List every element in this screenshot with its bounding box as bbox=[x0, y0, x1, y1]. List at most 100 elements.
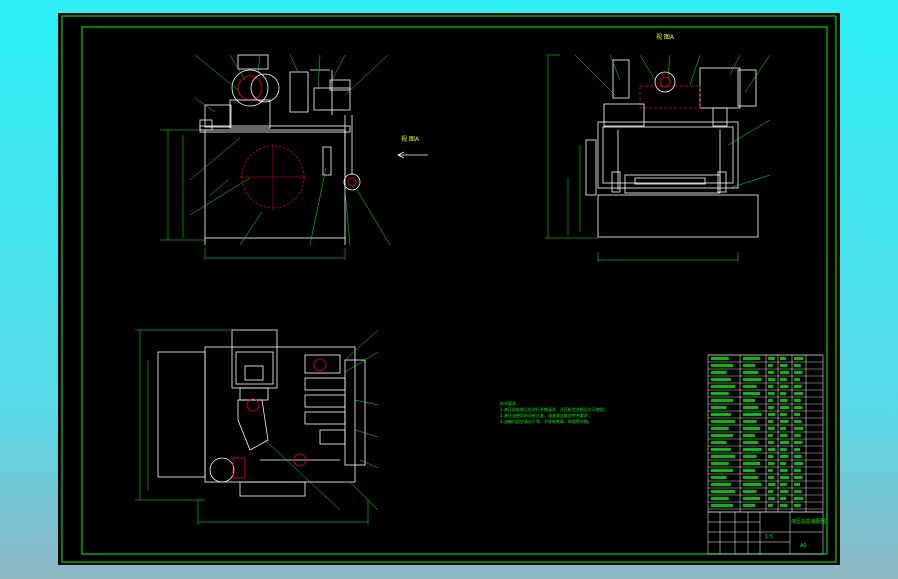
parts-row-text-mark bbox=[743, 357, 760, 360]
parts-row-text-mark bbox=[711, 385, 736, 388]
parts-row-text-mark bbox=[711, 364, 734, 367]
parts-row-text-mark bbox=[743, 420, 757, 423]
view-direction-label: 视 图A bbox=[401, 136, 420, 143]
parts-row-text-mark bbox=[743, 462, 760, 465]
parts-row-text-mark bbox=[780, 441, 790, 444]
parts-row-text-mark bbox=[768, 469, 773, 472]
parts-row-text-mark bbox=[711, 483, 731, 486]
parts-row-text-mark bbox=[780, 462, 786, 465]
parts-row-text-mark bbox=[711, 371, 727, 374]
parts-row-text-mark bbox=[711, 441, 727, 444]
parts-row-text-mark bbox=[768, 392, 775, 395]
parts-row-text-mark bbox=[711, 413, 731, 416]
parts-row-text-mark bbox=[794, 434, 801, 437]
parts-row-text-mark bbox=[794, 441, 803, 444]
parts-row-text-mark bbox=[743, 455, 757, 458]
parts-row-text-mark bbox=[780, 364, 788, 367]
parts-row-text-mark bbox=[794, 413, 800, 416]
side-view-label: 视 图A bbox=[656, 34, 675, 41]
parts-row-text-mark bbox=[780, 497, 786, 500]
parts-row-text-mark bbox=[768, 476, 775, 479]
parts-row-text-mark bbox=[780, 378, 787, 381]
parts-row-text-mark bbox=[794, 455, 802, 458]
parts-row-text-mark bbox=[743, 392, 760, 395]
technical-notes: 技术要求 1.液压站安装后应进行系统清洗、试压检验合格后方可使用； 2.液压油使… bbox=[500, 401, 608, 425]
parts-row-text-mark bbox=[711, 434, 734, 437]
parts-row-text-mark bbox=[794, 357, 804, 360]
sheet-background bbox=[58, 13, 840, 565]
parts-row-text-mark bbox=[794, 504, 801, 507]
parts-row-text-mark bbox=[780, 406, 790, 409]
parts-row-text-mark bbox=[711, 448, 731, 451]
parts-row-text-mark bbox=[794, 427, 804, 430]
parts-row-text-mark bbox=[780, 455, 789, 458]
parts-row-text-mark bbox=[711, 427, 729, 430]
parts-row-text-mark bbox=[768, 385, 774, 388]
parts-row-text-mark bbox=[768, 371, 775, 374]
parts-row-text-mark bbox=[780, 427, 786, 430]
parts-row-text-mark bbox=[768, 399, 773, 402]
parts-row-text-mark bbox=[711, 455, 736, 458]
parts-row-text-mark bbox=[794, 406, 803, 409]
parts-row-text-mark bbox=[768, 364, 773, 367]
parts-row-text-mark bbox=[780, 490, 789, 493]
parts-row-text-mark bbox=[711, 497, 729, 500]
parts-row-text-mark bbox=[768, 462, 775, 465]
parts-row-text-mark bbox=[780, 434, 788, 437]
drawing-canvas bbox=[58, 13, 840, 565]
drawing-scale: 1:5 bbox=[765, 534, 774, 540]
parts-row-text-mark bbox=[794, 378, 800, 381]
parts-row-text-mark bbox=[780, 476, 790, 479]
parts-row-text-mark bbox=[780, 385, 789, 388]
parts-row-text-mark bbox=[768, 406, 775, 409]
parts-row-text-mark bbox=[743, 476, 759, 479]
parts-row-text-mark bbox=[768, 490, 774, 493]
parts-row-text-mark bbox=[794, 392, 804, 395]
parts-row-text-mark bbox=[768, 434, 773, 437]
parts-row-text-mark bbox=[743, 427, 760, 430]
parts-row-text-mark bbox=[711, 420, 736, 423]
parts-row-text-mark bbox=[711, 357, 729, 360]
parts-row-text-mark bbox=[794, 399, 801, 402]
parts-row-text-mark bbox=[794, 462, 804, 465]
parts-row-text-mark bbox=[780, 420, 789, 423]
parts-row-text-mark bbox=[711, 504, 734, 507]
parts-row-text-mark bbox=[743, 469, 755, 472]
parts-row-text-mark bbox=[794, 469, 801, 472]
parts-row-text-mark bbox=[743, 434, 755, 437]
parts-row-text-mark bbox=[794, 364, 801, 367]
parts-row-text-mark bbox=[768, 413, 776, 416]
parts-row-text-mark bbox=[743, 371, 759, 374]
parts-row-text-mark bbox=[780, 448, 787, 451]
parts-row-text-mark bbox=[711, 476, 727, 479]
parts-row-text-mark bbox=[743, 483, 762, 486]
parts-row-text-mark bbox=[768, 378, 776, 381]
parts-row-text-mark bbox=[711, 378, 731, 381]
parts-row-text-mark bbox=[711, 392, 729, 395]
parts-row-text-mark bbox=[711, 399, 734, 402]
parts-row-text-mark bbox=[711, 469, 734, 472]
parts-row-text-mark bbox=[768, 448, 776, 451]
parts-row-text-mark bbox=[743, 364, 755, 367]
parts-row-text-mark bbox=[794, 490, 802, 493]
parts-row-text-mark bbox=[768, 441, 775, 444]
parts-row-text-mark bbox=[743, 413, 762, 416]
notes-line-3: 3.油箱内部应清洁干净，不得有铁屑、焊渣等杂物。 bbox=[500, 419, 592, 424]
parts-row-text-mark bbox=[743, 504, 755, 507]
parts-row-text-mark bbox=[794, 420, 802, 423]
parts-row-text-mark bbox=[711, 490, 736, 493]
parts-row-text-mark bbox=[743, 441, 759, 444]
parts-row-text-mark bbox=[794, 476, 803, 479]
parts-row-text-mark bbox=[780, 469, 788, 472]
parts-row-text-mark bbox=[743, 385, 757, 388]
parts-row-text-mark bbox=[780, 399, 788, 402]
parts-row-text-mark bbox=[768, 497, 775, 500]
parts-row-text-mark bbox=[743, 497, 760, 500]
parts-row-text-mark bbox=[780, 371, 790, 374]
parts-row-text-mark bbox=[780, 483, 787, 486]
parts-row-text-mark bbox=[768, 455, 774, 458]
parts-row-text-mark bbox=[711, 406, 727, 409]
parts-row-text-mark bbox=[794, 385, 802, 388]
parts-row-text-mark bbox=[743, 378, 762, 381]
drawing-title: 液压站总装配图 bbox=[791, 519, 827, 525]
